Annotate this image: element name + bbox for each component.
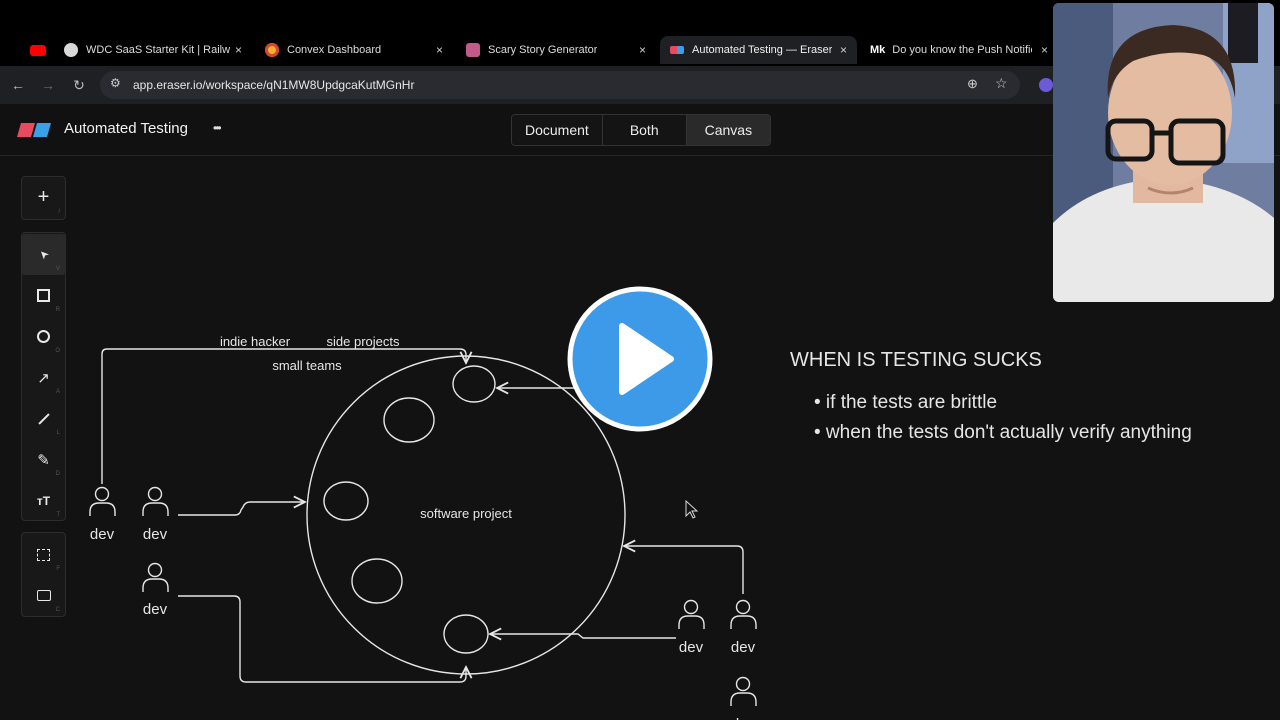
connector-arrow <box>178 502 305 516</box>
dev-icon <box>89 486 116 516</box>
team-circle <box>383 397 435 443</box>
tab-automated-testing[interactable]: Automated Testing — Eraser × <box>660 36 857 64</box>
tab-convex[interactable]: Convex Dashboard × <box>255 36 453 64</box>
label-software-project: software project <box>420 506 512 521</box>
tab-wdc-saas[interactable]: WDC SaaS Starter Kit | Railw × <box>54 36 252 64</box>
webcam-overlay <box>1053 3 1274 302</box>
document-title[interactable]: Automated Testing <box>64 120 188 137</box>
dev-icon <box>678 599 705 629</box>
more-options-icon[interactable]: ••• <box>213 121 221 135</box>
tab-title: Convex Dashboard <box>287 44 382 56</box>
url-text: app.eraser.io/workspace/qN1MW8UpdgcaKutM… <box>133 78 415 92</box>
bookmark-star-icon[interactable]: ☆ <box>995 75 1008 92</box>
view-canvas-button[interactable]: Canvas <box>686 115 771 145</box>
mouse-cursor-icon <box>685 499 699 519</box>
tab-title: Do you know the Push Notific <box>892 44 1033 56</box>
dev-icon <box>142 562 169 592</box>
dev-icon <box>730 599 757 629</box>
label-indie-hacker: indie hacker <box>220 334 291 349</box>
youtube-icon <box>30 44 46 56</box>
connector-arrow <box>490 634 676 638</box>
eraser-icon <box>670 46 684 54</box>
notes-heading: WHEN IS TESTING SUCKS <box>790 349 1042 371</box>
forward-icon[interactable]: → <box>38 75 58 95</box>
dev-label: dev <box>143 601 168 618</box>
view-document-button[interactable]: Document <box>512 115 603 145</box>
url-field[interactable]: ⚙ app.eraser.io/workspace/qN1MW8UpdgcaKu… <box>100 71 1020 99</box>
globe-icon <box>64 43 78 57</box>
close-icon[interactable]: × <box>840 43 847 57</box>
site-settings-icon[interactable]: ⚙ <box>110 76 121 90</box>
view-both-button[interactable]: Both <box>602 115 687 145</box>
connector-arrow <box>624 546 744 594</box>
presenter-video <box>1053 3 1274 302</box>
close-icon[interactable]: × <box>436 43 443 57</box>
tab-youtube[interactable] <box>20 36 54 64</box>
connector-arrow <box>178 595 466 683</box>
dev-icon <box>142 486 169 516</box>
medium-icon: Mk <box>870 44 886 56</box>
dev-label: dev <box>90 526 115 543</box>
tab-title: Automated Testing — Eraser <box>692 44 833 56</box>
close-icon[interactable]: × <box>1041 43 1048 57</box>
eraser-logo-icon[interactable] <box>17 123 51 137</box>
close-icon[interactable]: × <box>639 43 646 57</box>
team-circle <box>452 365 496 403</box>
play-button[interactable] <box>565 284 715 434</box>
zoom-icon[interactable]: ⊕ <box>967 76 978 92</box>
tab-push-notification[interactable]: Mk Do you know the Push Notific × <box>860 36 1058 64</box>
app-icon <box>466 43 480 57</box>
tab-scary-story[interactable]: Scary Story Generator × <box>456 36 656 64</box>
label-side-projects: side projects <box>327 334 400 349</box>
back-icon[interactable]: ← <box>8 75 28 95</box>
tab-title: WDC SaaS Starter Kit | Railw <box>86 44 231 56</box>
team-circle <box>323 481 369 521</box>
view-mode-switcher: Document Both Canvas <box>511 114 772 146</box>
notes-bullet: • when the tests don't actually verify a… <box>814 422 1192 443</box>
close-icon[interactable]: × <box>235 43 242 57</box>
convex-icon <box>265 43 279 57</box>
dev-label: dev <box>679 639 704 656</box>
extension-icon[interactable] <box>1039 78 1053 92</box>
tab-title: Scary Story Generator <box>488 44 598 56</box>
notes-bullet: • if the tests are brittle <box>814 392 997 413</box>
label-small-teams: small teams <box>272 358 342 373</box>
dev-label: dev <box>731 716 756 720</box>
team-circle <box>351 558 403 604</box>
team-circle <box>443 614 489 654</box>
dev-label: dev <box>731 639 756 656</box>
reload-icon[interactable]: ↻ <box>69 75 89 95</box>
dev-icon <box>730 676 757 706</box>
dev-label: dev <box>143 526 168 543</box>
